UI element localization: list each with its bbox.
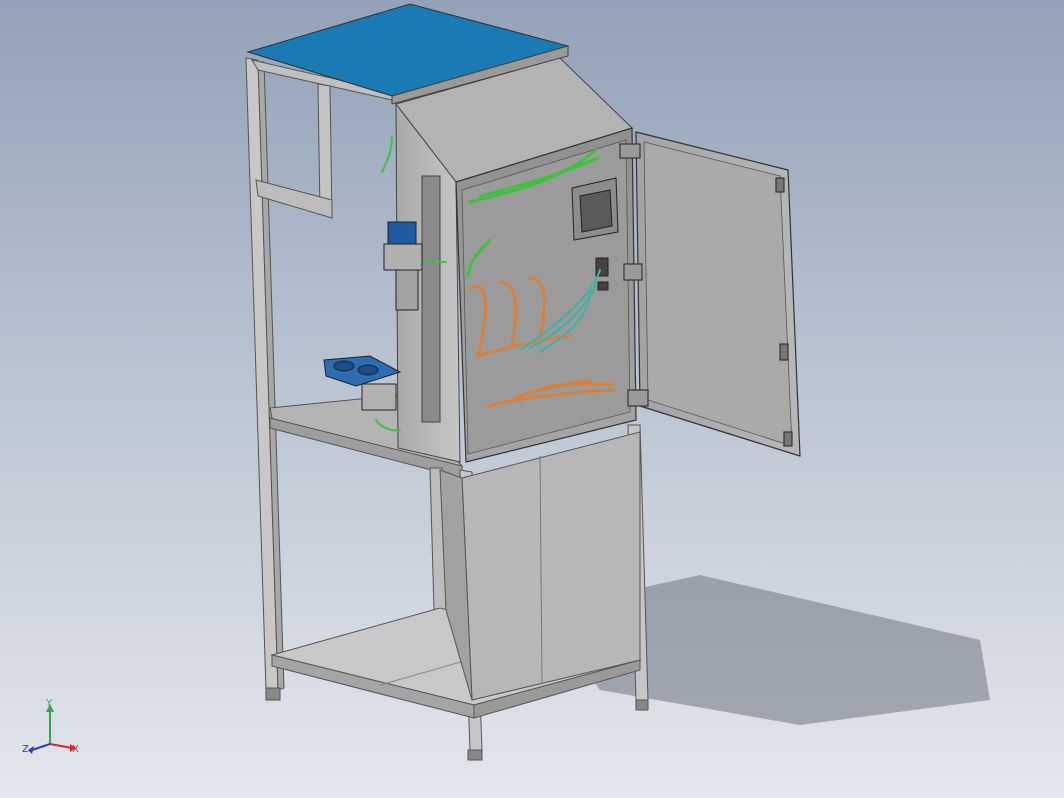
x-axis-label: X [72,744,79,755]
control-module [571,177,619,241]
z-axis-label: Z [22,744,29,755]
coordinate-triad: Y X Z [22,698,79,755]
x-axis-icon [49,743,73,749]
cabinet-door[interactable] [619,131,801,457]
y-axis-label: Y [45,698,53,709]
cabinet-3d-model[interactable] [0,0,1064,798]
z-axis-icon [31,743,51,751]
valve-unit [383,221,423,311]
cad-viewport[interactable]: Y X Z [0,0,1064,798]
vent-grille [421,175,441,423]
